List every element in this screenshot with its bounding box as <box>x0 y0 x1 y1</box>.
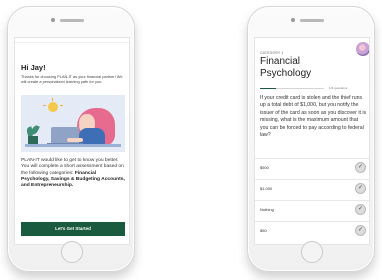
home-button[interactable] <box>61 241 83 263</box>
person-arm <box>67 138 83 142</box>
category-label: CATEGORY 1 <box>260 51 284 55</box>
lightbulb-ray <box>52 98 53 101</box>
home-button[interactable] <box>301 241 323 263</box>
check-icon[interactable]: ✓ <box>355 162 366 173</box>
question-screen: CATEGORY 1 Financial Psychology 1/4 ques… <box>254 37 370 245</box>
answer-label: $50 <box>260 228 267 233</box>
profile-avatar[interactable] <box>356 42 369 56</box>
plant-leaf <box>30 124 40 136</box>
answer-label: Nothing <box>260 207 274 212</box>
intro-text: Thanks for choosing PLAN-IT as your fina… <box>21 74 123 84</box>
camera-dot <box>291 18 295 22</box>
lightbulb-icon <box>48 102 58 112</box>
plant-pot <box>28 136 38 144</box>
answer-option[interactable]: $500 ✓ <box>255 158 369 176</box>
check-icon[interactable]: ✓ <box>355 183 366 194</box>
category-title: Financial Psychology <box>260 56 312 79</box>
person-torso <box>79 128 105 144</box>
check-icon[interactable]: ✓ <box>355 204 366 215</box>
assessment-description: PLAN-IT would like to get to know you be… <box>21 158 125 189</box>
welcome-screen: Hi Jay! Thanks for choosing PLAN-IT as y… <box>14 37 130 245</box>
progress-text: 1/4 questions <box>329 86 348 90</box>
status-bar <box>15 38 129 43</box>
speaker-grille <box>300 19 324 22</box>
answer-label: $1,000 <box>260 186 273 191</box>
get-started-button[interactable]: Let's Get Started <box>21 222 125 236</box>
question-text: If your credit card is stolen and the th… <box>260 95 367 139</box>
answer-option[interactable]: Nothing ✓ <box>255 200 369 218</box>
welcome-illustration <box>21 95 125 152</box>
answer-label: $500 <box>260 165 269 170</box>
greeting-heading: Hi Jay! <box>21 63 46 72</box>
answer-option[interactable]: $50 ✓ <box>255 221 369 239</box>
lightbulb-ray <box>43 105 46 106</box>
assessment-text: PLAN-IT would like to get to know you be… <box>21 158 124 176</box>
answer-option[interactable]: $1,000 ✓ <box>255 179 369 197</box>
check-icon[interactable]: ✓ <box>355 225 366 236</box>
desk <box>25 144 121 147</box>
progress-bar <box>260 88 324 90</box>
phone-right: CATEGORY 1 Financial Psychology 1/4 ques… <box>247 6 375 272</box>
speaker-grille <box>60 19 84 22</box>
progress-fill <box>260 88 276 90</box>
camera-dot <box>51 18 55 22</box>
phone-left: Hi Jay! Thanks for choosing PLAN-IT as y… <box>7 6 135 272</box>
lightbulb-ray <box>60 105 63 106</box>
